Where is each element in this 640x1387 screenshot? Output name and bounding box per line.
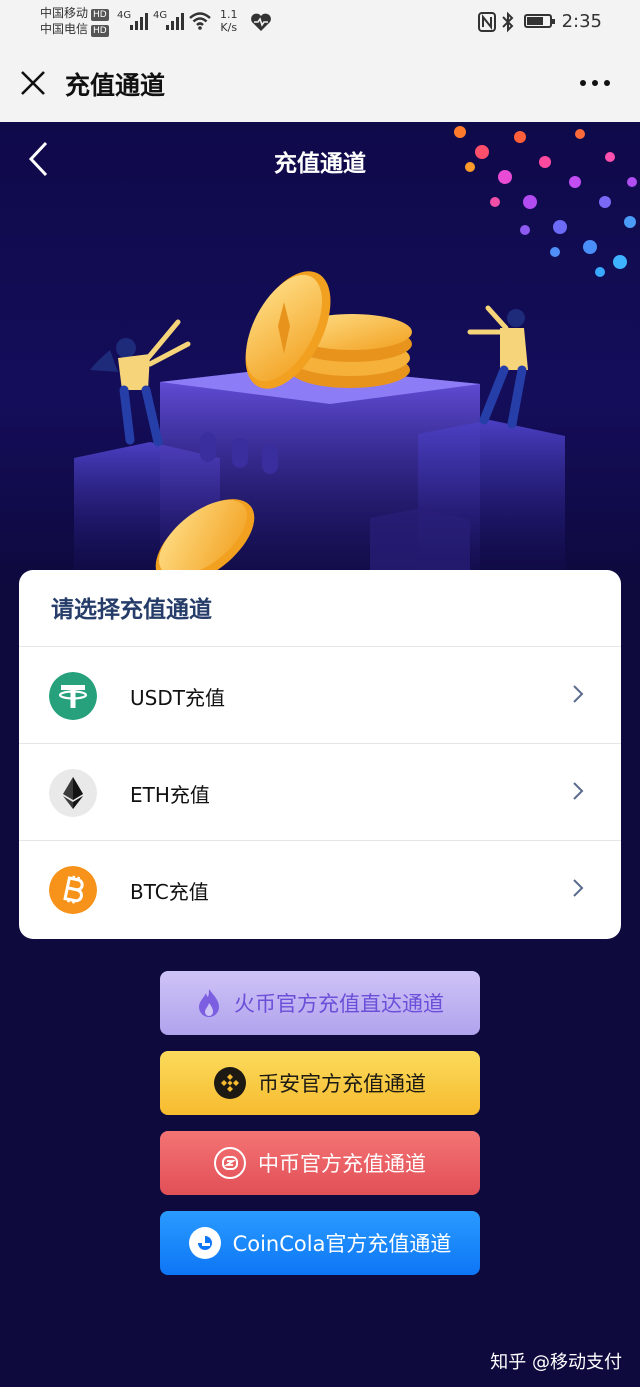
coincola-icon [188,1227,221,1259]
button-label: 币安官方充值通道 [258,1072,426,1096]
top-nav-bar: 充值通道 [0,44,640,122]
page-title: 充值通道 [274,151,366,177]
clock: 2:35 [561,11,602,32]
channel-select-card: 请选择充值通道 USDT充值 ETH充值 BTC充值 [19,570,621,939]
hero-banner: 充值通道 [0,122,640,582]
chevron-right-icon [573,782,584,800]
ethereum-icon [49,769,97,817]
bitcoin-icon [49,866,97,914]
channel-label: BTC充值 [130,880,209,904]
nav-title: 充值通道 [65,71,166,100]
nfc-icon [478,12,496,32]
channel-item-usdt[interactable]: USDT充值 [19,647,621,744]
channel-item-btc[interactable]: BTC充值 [19,841,621,938]
channel-label: USDT充值 [130,686,225,710]
carrier-info: 中国移动 HD 中国电信 HD [40,5,109,37]
network-type-1: 4G [117,10,132,21]
wifi-icon [189,12,211,30]
huobi-channel-button[interactable]: 火币官方充值直达通道 [160,971,480,1035]
coincola-channel-button[interactable]: CoinCola官方充值通道 [160,1211,480,1275]
zb-channel-button[interactable]: 中币官方充值通道 [160,1131,480,1195]
channel-label: ETH充值 [130,783,210,807]
status-bar: 中国移动 HD 中国电信 HD 4G 4G 1.1 K/s 2:35 [0,0,640,44]
zb-icon [214,1147,246,1179]
hd-badge: HD [91,9,109,21]
more-options-icon[interactable] [580,80,610,86]
button-label: 火币官方充值直达通道 [234,992,444,1016]
network-type-2: 4G [153,10,168,21]
channel-item-eth[interactable]: ETH充值 [19,744,621,841]
close-icon[interactable] [18,68,48,98]
heart-rate-icon [251,13,271,31]
carrier-2: 中国电信 [40,22,89,36]
chevron-right-icon [573,879,584,897]
carrier-1: 中国移动 [40,6,89,20]
battery-icon [524,14,555,28]
binance-icon [214,1067,246,1099]
binance-channel-button[interactable]: 币安官方充值通道 [160,1051,480,1115]
bluetooth-icon [502,11,514,33]
watermark: 知乎 @移动支付 [490,1352,622,1373]
tether-icon [49,672,97,720]
signal-bars-icon [166,12,184,30]
hd-badge: HD [91,25,109,37]
button-label: 中币官方充值通道 [258,1152,426,1176]
card-heading: 请选择充值通道 [19,570,621,647]
network-speed: 1.1 K/s [220,8,238,34]
coin-stack [245,271,412,389]
huobi-flame-icon [199,989,219,1017]
hero-illustration [74,126,637,582]
chevron-right-icon [573,685,584,703]
signal-bars-icon [130,12,148,30]
button-label: CoinCola官方充值通道 [232,1232,452,1256]
